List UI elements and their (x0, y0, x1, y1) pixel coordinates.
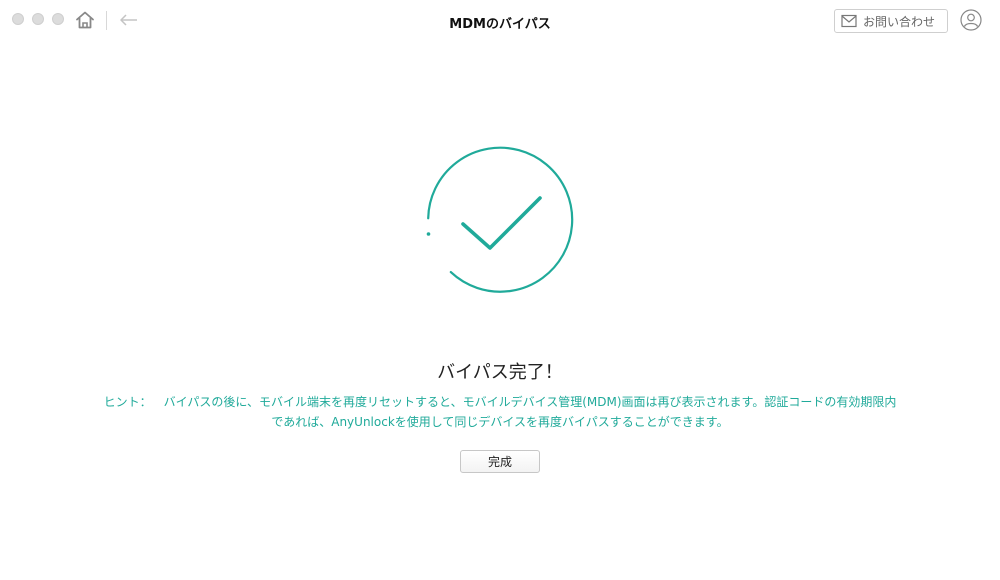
done-button[interactable]: 完成 (460, 450, 540, 473)
status-heading: バイパス完了！ (437, 362, 563, 383)
back-button[interactable] (118, 11, 140, 29)
user-account-button[interactable] (960, 9, 982, 31)
hint-line-1: ヒント： バイパスの後に、モバイル端末を再度リセットすると、モバイルデバイス管理(… (70, 392, 930, 412)
home-icon (76, 11, 94, 29)
window-close-button[interactable] (12, 13, 24, 25)
toolbar-divider (106, 11, 107, 30)
hint-body-2: であれば、AnyUnlockを使用して同じデバイスを再度バイパスすることができま… (271, 415, 729, 429)
window-minimize-button[interactable] (32, 13, 44, 25)
hint-text: ヒント： バイパスの後に、モバイル端末を再度リセットすると、モバイルデバイス管理(… (70, 392, 930, 432)
mail-icon (841, 14, 857, 28)
title-bar: MDMのバイパス お問い合わせ (0, 0, 1000, 40)
hint-body-1: バイパスの後に、モバイル端末を再度リセットすると、モバイルデバイス管理(MDM)… (163, 395, 897, 409)
app-window: MDMのバイパス お問い合わせ バイパス完了！ ヒント： バイパスの後に、モバイル… (0, 0, 1000, 580)
home-button[interactable] (74, 9, 96, 31)
contact-us-button[interactable]: お問い合わせ (834, 9, 948, 33)
back-arrow-icon (120, 14, 137, 26)
user-icon (960, 9, 982, 31)
hint-label: ヒント： (103, 395, 152, 409)
window-maximize-button[interactable] (52, 13, 64, 25)
checkmark-circle-icon (426, 146, 574, 293)
contact-us-label: お問い合わせ (863, 14, 936, 29)
